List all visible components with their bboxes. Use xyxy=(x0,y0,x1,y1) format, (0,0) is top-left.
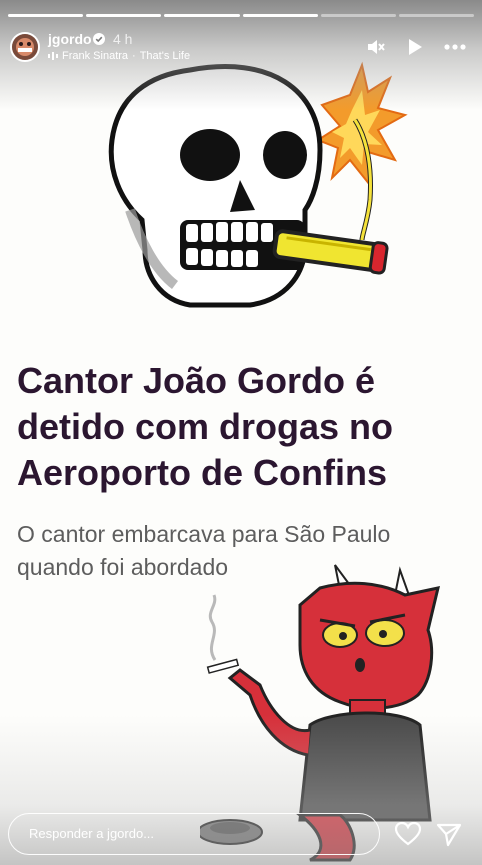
heart-icon xyxy=(394,821,422,846)
progress-segment xyxy=(164,14,240,17)
like-button[interactable] xyxy=(394,820,422,848)
reply-placeholder: Responder a jgordo... xyxy=(29,826,155,841)
story-progress-bar xyxy=(8,14,475,17)
progress-segment xyxy=(86,14,162,17)
play-button[interactable] xyxy=(404,36,426,58)
mute-button[interactable] xyxy=(364,36,386,58)
more-horizontal-icon xyxy=(444,44,466,50)
avatar[interactable] xyxy=(10,32,40,62)
progress-segment xyxy=(398,14,475,17)
reply-input[interactable]: Responder a jgordo... xyxy=(8,813,380,855)
progress-segment xyxy=(320,14,396,17)
avatar-image xyxy=(12,34,38,60)
post-headline: Cantor João Gordo é detido com drogas no… xyxy=(17,360,394,493)
play-icon xyxy=(409,39,422,55)
verified-badge-icon xyxy=(93,33,105,45)
music-info[interactable]: Frank Sinatra · That's Life xyxy=(48,50,190,62)
story-header: jgordo 4 h Frank Sinatra · That's Life xyxy=(10,30,472,66)
story-controls xyxy=(364,36,466,58)
music-wave-icon xyxy=(48,52,58,60)
story-viewer[interactable]: jgordo 4 h Frank Sinatra · That's Life C… xyxy=(0,0,482,865)
share-button[interactable] xyxy=(435,820,463,848)
post-time: 4 h xyxy=(113,31,133,47)
speaker-muted-icon xyxy=(368,40,385,54)
more-options-button[interactable] xyxy=(444,36,466,58)
music-separator: · xyxy=(132,50,136,62)
progress-segment xyxy=(242,14,318,17)
send-icon xyxy=(436,823,462,847)
username[interactable]: jgordo xyxy=(48,31,92,47)
music-artist: Frank Sinatra xyxy=(62,50,129,62)
music-song: That's Life xyxy=(139,50,191,62)
progress-segment xyxy=(8,14,84,17)
